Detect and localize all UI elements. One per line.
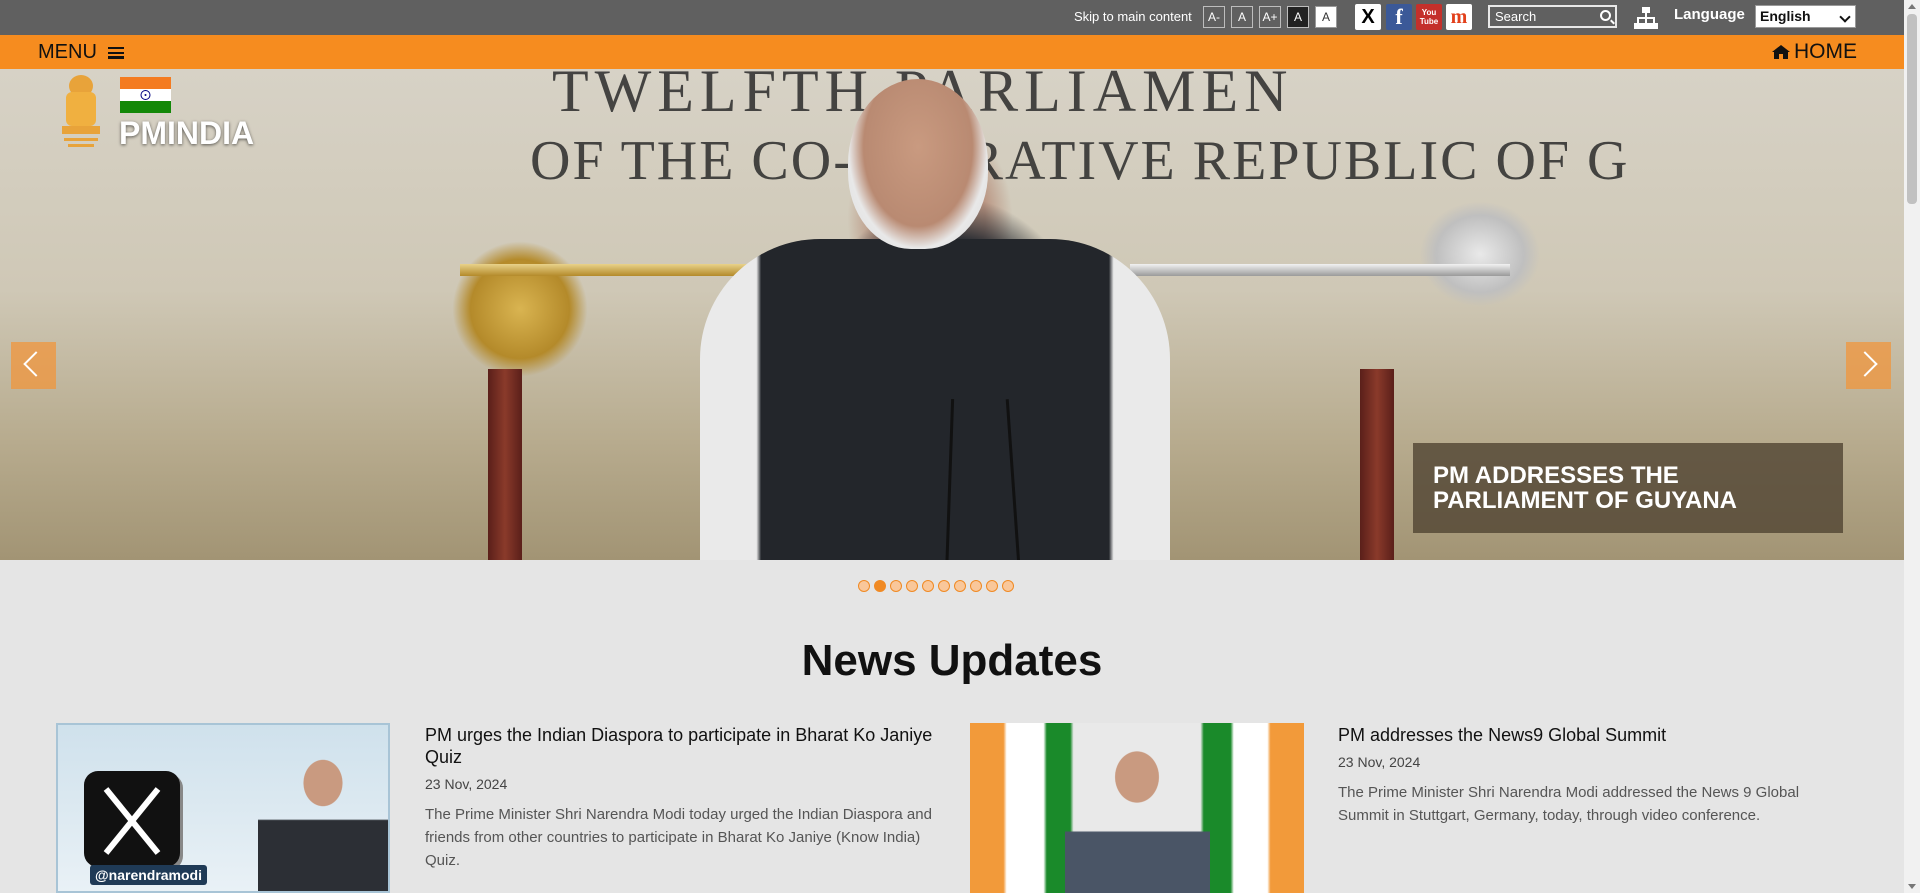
facebook-icon[interactable]: f [1386,4,1412,30]
carousel-prev-button[interactable] [11,342,56,389]
news-date-1: 23 Nov, 2024 [425,776,508,792]
news-summary-2: The Prime Minister Shri Narendra Modi ad… [1338,784,1800,824]
search-input[interactable]: Search [1488,5,1617,28]
top-utility-bar: Skip to main content A- A A+ A A X f You… [0,0,1904,35]
high-contrast-button[interactable]: A [1287,6,1309,28]
carousel-dot[interactable] [906,580,918,592]
news-section-title: News Updates [801,636,1103,685]
carousel-dot[interactable] [922,580,934,592]
search-placeholder: Search [1495,9,1537,24]
skip-to-main-link[interactable]: Skip to main content [1074,9,1192,24]
pm-portrait-2 [1065,729,1210,893]
speaker-head [848,79,988,249]
slide-caption-box[interactable]: PM ADDRESSES THE PARLIAMENT OF GUYANA [1413,443,1843,533]
news-headline-1[interactable]: PM urges the Indian Diaspora to particip… [425,724,935,768]
hero-backdrop-line2: OF THE CO-OPERATIVE REPUBLIC OF G [530,130,1630,192]
namo-app-icon-glyph: m [1450,5,1468,28]
main-menu-bar: MENU HOME [0,35,1904,69]
sitemap-icon[interactable] [1633,5,1659,31]
x-logo-icon [103,787,161,855]
carousel-dot[interactable] [938,580,950,592]
namo-app-icon[interactable]: m [1446,4,1472,30]
scrollbar-thumb[interactable] [1907,14,1917,204]
home-link[interactable]: HOME [1772,40,1857,64]
x-logo-tile [84,771,180,867]
x-icon[interactable]: X [1355,4,1381,30]
search-icon[interactable] [1600,10,1611,21]
chevron-right-icon [1852,351,1878,377]
hero-carousel: TWELFTH PARLIAMEN OF THE CO-OPERATIVE RE… [0,69,1904,560]
font-increase-button[interactable]: A+ [1259,6,1281,28]
carousel-dot[interactable] [954,580,966,592]
normal-contrast-button[interactable]: A [1315,6,1337,28]
carousel-dot-active[interactable] [874,580,886,592]
home-label: HOME [1794,40,1857,63]
youtube-icon[interactable]: You Tube [1416,4,1442,30]
national-emblem-icon[interactable] [56,72,106,152]
mace-stand-left [488,369,522,560]
carousel-dot[interactable] [858,580,870,592]
carousel-dot[interactable] [970,580,982,592]
language-select[interactable]: English [1755,5,1856,28]
carousel-next-button[interactable] [1846,342,1891,389]
news-summary-1: The Prime Minister Shri Narendra Modi to… [425,806,932,869]
chevron-left-icon [23,351,49,377]
carousel-pagination [858,580,1014,592]
carousel-dot[interactable] [890,580,902,592]
carousel-dot[interactable] [986,580,998,592]
font-normal-button[interactable]: A [1231,6,1253,28]
speaker-figure [700,239,1170,560]
pm-portrait [258,743,388,891]
slide-caption: PM ADDRESSES THE PARLIAMENT OF GUYANA [1433,462,1738,514]
carousel-dot[interactable] [1002,580,1014,592]
language-selected-value: English [1760,8,1811,24]
news-thumbnail-2[interactable] [970,723,1304,893]
home-icon [1772,45,1790,59]
news-image-badge: @narendramodi [90,865,208,885]
silver-mace [1130,264,1510,276]
news-date-2: 23 Nov, 2024 [1338,754,1421,770]
menu-label[interactable]: MENU [38,41,97,64]
scroll-down-icon[interactable] [1908,884,1916,889]
page-scrollbar[interactable] [1904,0,1920,893]
india-flag-icon [120,77,171,113]
language-label: Language [1674,6,1745,23]
hamburger-icon[interactable] [108,47,124,59]
facebook-icon-glyph: f [1395,4,1403,29]
site-logo-text[interactable]: PMINDIA [119,115,254,152]
mace-stand-right [1360,369,1394,560]
news-headline-2[interactable]: PM addresses the News9 Global Summit [1338,724,1858,746]
news-thumbnail-1[interactable]: @narendramodi [56,723,390,893]
youtube-icon-glyph: You Tube [1419,8,1439,26]
font-decrease-button[interactable]: A- [1203,6,1225,28]
x-icon-glyph: X [1361,5,1375,28]
scroll-up-icon[interactable] [1908,4,1916,9]
